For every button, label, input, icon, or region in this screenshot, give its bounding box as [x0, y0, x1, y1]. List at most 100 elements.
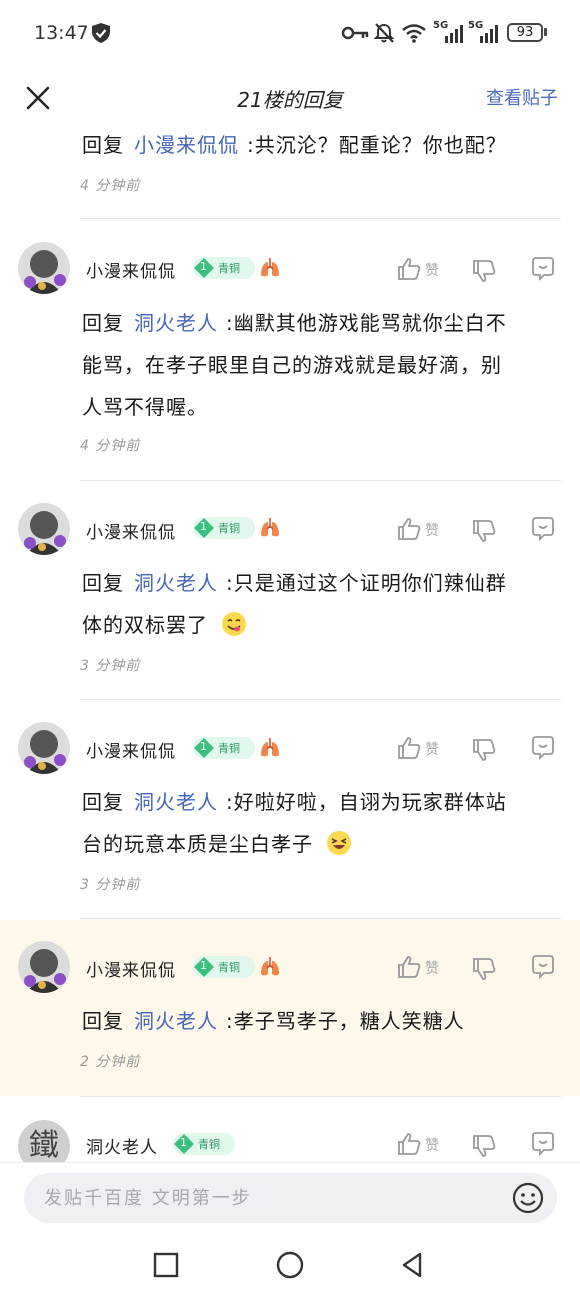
lung-icon: [261, 518, 279, 537]
comment-icon[interactable]: [530, 954, 556, 980]
status-bar: 13:47 5G 5G 93: [0, 0, 580, 64]
home-icon[interactable]: [273, 1248, 307, 1282]
reply-text: 回复 洞火老人 :好啦好啦，自诩为玩家群体站 台的玩意本质是尘白孝子: [82, 781, 562, 865]
yum-emoji-icon: [222, 612, 247, 636]
comment-icon[interactable]: [530, 256, 556, 282]
level-number: 1: [180, 1136, 187, 1149]
avatar[interactable]: [18, 941, 70, 993]
timestamp: 4 分钟前: [80, 438, 141, 454]
level-title: 青铜: [218, 522, 240, 535]
wifi-icon: [402, 24, 426, 43]
comment-icon[interactable]: [530, 735, 556, 761]
username[interactable]: 小漫来侃侃: [86, 257, 176, 282]
mention-link[interactable]: 洞火老人: [134, 311, 218, 335]
avatar[interactable]: [18, 242, 70, 294]
reply-text: 回复 洞火老人 :孝子骂孝子，糖人笑糖人: [82, 1000, 562, 1042]
view-post-link[interactable]: 查看贴子: [486, 84, 558, 110]
lung-icon: [261, 738, 279, 757]
reply-line-2: 台的玩意本质是尘白孝子: [82, 832, 313, 856]
timestamp: 4 分钟前: [80, 178, 141, 194]
reply-body: :共沉沦？配重论？你也配？: [247, 133, 507, 157]
system-nav-bar: [0, 1234, 580, 1297]
divider: [80, 699, 561, 700]
divider: [80, 1096, 561, 1097]
level-badge: 1 青铜: [193, 956, 255, 978]
recent-apps-icon[interactable]: [149, 1248, 183, 1282]
lung-icon: [261, 258, 279, 277]
comment-bar: [0, 1162, 580, 1235]
reply-text: 回复 小漫来侃侃 :共沉沦？配重论？你也配？: [82, 124, 507, 166]
thumb-up-icon[interactable]: [396, 516, 422, 542]
emoji-icon[interactable]: [511, 1181, 545, 1215]
level-title: 青铜: [218, 262, 240, 275]
battery-indicator: 93: [507, 23, 543, 42]
level-number: 1: [200, 520, 207, 533]
level-number: 1: [200, 959, 207, 972]
reply-text: 回复 洞火老人:只是通过这个证明你们辣仙群 体的双标罢了: [82, 562, 562, 646]
signal-icon-2: [480, 25, 498, 43]
level-badge: 1 青铜: [173, 1133, 235, 1155]
thumb-up-icon[interactable]: [396, 256, 422, 282]
reply-prefix: 回复: [82, 790, 124, 814]
divider: [80, 480, 561, 481]
back-icon[interactable]: [396, 1248, 430, 1282]
mute-bell-icon: [373, 23, 395, 43]
like-label[interactable]: 赞: [425, 260, 439, 280]
header: 21楼的回复 查看贴子: [0, 64, 580, 128]
divider: [80, 218, 561, 219]
comment-input[interactable]: [24, 1173, 557, 1223]
level-badge: 1 青铜: [193, 257, 255, 279]
level-badge: 1 青铜: [193, 737, 255, 759]
level-title: 青铜: [198, 1138, 220, 1151]
battery-nub: [544, 28, 547, 36]
timestamp: 3 分钟前: [80, 877, 141, 893]
shield-check-icon: [92, 23, 110, 43]
username[interactable]: 小漫来侃侃: [86, 737, 176, 762]
thumb-up-icon[interactable]: [396, 954, 422, 980]
thumb-down-icon[interactable]: [471, 737, 497, 763]
status-time: 13:47: [34, 22, 89, 44]
comment-icon[interactable]: [530, 516, 556, 542]
like-label[interactable]: 赞: [425, 520, 439, 540]
divider: [80, 918, 561, 919]
level-number: 1: [200, 260, 207, 273]
reply-prefix: 回复: [82, 1009, 124, 1033]
avatar[interactable]: [18, 503, 70, 555]
comment-icon[interactable]: [530, 1131, 556, 1157]
key-icon: [341, 26, 369, 40]
thumb-down-icon[interactable]: [471, 1133, 497, 1159]
timestamp: 2 分钟前: [80, 1054, 141, 1070]
reply-prefix: 回复: [82, 571, 124, 595]
mention-link[interactable]: 小漫来侃侃: [134, 133, 239, 157]
reply-line-2: 能骂，在孝子眼里自己的游戏就是最好滴，别: [82, 353, 502, 377]
thumb-up-icon[interactable]: [396, 735, 422, 761]
reply-prefix: 回复: [82, 311, 124, 335]
level-badge: 1 青铜: [193, 517, 255, 539]
level-title: 青铜: [218, 961, 240, 974]
like-label[interactable]: 赞: [425, 1135, 439, 1155]
lung-icon: [261, 957, 279, 976]
reply-prefix: 回复: [82, 133, 124, 157]
reply-line-1: :只是通过这个证明你们辣仙群: [226, 571, 507, 595]
username[interactable]: 小漫来侃侃: [86, 518, 176, 543]
reply-line-1: :幽默其他游戏能骂就你尘白不: [226, 311, 507, 335]
level-title: 青铜: [218, 742, 240, 755]
avatar[interactable]: [18, 722, 70, 774]
like-label[interactable]: 赞: [425, 958, 439, 978]
thumb-up-icon[interactable]: [396, 1131, 422, 1157]
thumb-down-icon[interactable]: [471, 956, 497, 982]
thumb-down-icon[interactable]: [471, 258, 497, 284]
mention-link[interactable]: 洞火老人: [134, 1009, 218, 1033]
username[interactable]: 洞火老人: [86, 1133, 158, 1158]
reply-line-1: :好啦好啦，自诩为玩家群体站: [226, 790, 507, 814]
mention-link[interactable]: 洞火老人: [134, 571, 218, 595]
username[interactable]: 小漫来侃侃: [86, 956, 176, 981]
like-label[interactable]: 赞: [425, 739, 439, 759]
thumb-down-icon[interactable]: [471, 518, 497, 544]
reply-text: 回复 洞火老人 :幽默其他游戏能骂就你尘白不 能骂，在孝子眼里自己的游戏就是最好滴，…: [82, 302, 562, 428]
squint-laugh-emoji-icon: [327, 831, 352, 855]
timestamp: 3 分钟前: [80, 658, 141, 674]
reply-line-3: 人骂不得喔。: [82, 395, 208, 419]
mention-link[interactable]: 洞火老人: [134, 790, 218, 814]
reply-line-1: :孝子骂孝子，糖人笑糖人: [226, 1009, 465, 1033]
